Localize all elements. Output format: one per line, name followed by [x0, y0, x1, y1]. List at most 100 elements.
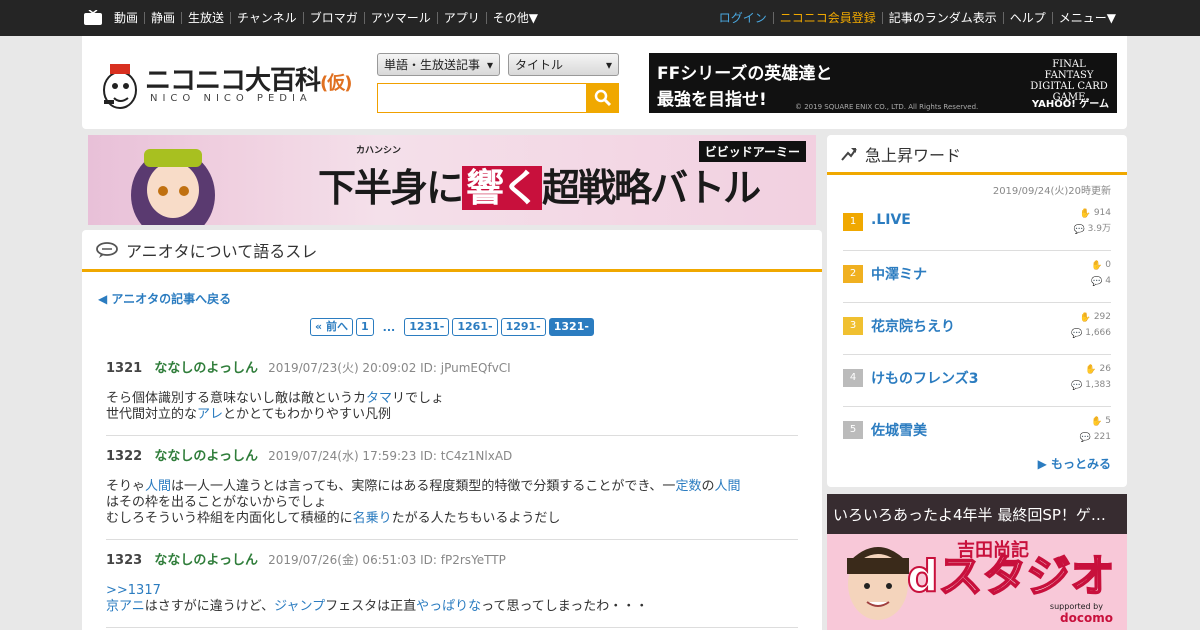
- nav-blomaga[interactable]: ブロマガ: [304, 12, 365, 24]
- nav-app[interactable]: アプリ: [438, 12, 487, 24]
- reply-anchor-link[interactable]: >>1317: [106, 583, 798, 599]
- hand-icon: ✋: [1091, 261, 1103, 271]
- search-input[interactable]: [377, 83, 587, 113]
- post-meta: 1323 ななしのよっしん 2019/07/26(金) 06:51:03 ID:…: [106, 552, 798, 569]
- sidebar-ad-banner[interactable]: 吉田尚記 dスタジオ supported by docomo いろいろあったよ4…: [827, 494, 1127, 630]
- post-number[interactable]: 1321: [106, 361, 142, 376]
- trending-word-link[interactable]: 花京院ちえり: [871, 316, 955, 336]
- keyword-link[interactable]: やっぱりな: [416, 599, 481, 614]
- thread-panel: アニオタについて語るスレ ◀ アニオタの記事へ戻る « 前へ 1 ... 123…: [82, 230, 822, 630]
- post: 1323 ななしのよっしん 2019/07/26(金) 06:51:03 ID:…: [106, 552, 798, 628]
- random-article-link[interactable]: 記事のランダム表示: [883, 12, 1004, 24]
- trending-item[interactable]: 4 けものフレンズ3 ✋ 26 💬 1,383: [843, 355, 1111, 407]
- comment-count: 1,666: [1085, 328, 1111, 338]
- trending-stats: ✋ 292 💬 1,666: [1070, 309, 1111, 341]
- banner-text-a: 下半身に: [318, 166, 464, 210]
- pager-page[interactable]: 1261-: [452, 318, 498, 336]
- post-date: 2019/07/23(火) 20:09:02 ID: jPumEQfvCI: [268, 361, 511, 375]
- rank-badge: 5: [843, 421, 863, 439]
- poster-name: ななしのよっしん: [154, 361, 258, 376]
- keyword-link[interactable]: 人間: [714, 479, 740, 494]
- search-target-select[interactable]: タイトル ▾: [508, 53, 619, 76]
- rank-badge: 1: [843, 213, 863, 231]
- like-count: 26: [1099, 364, 1111, 374]
- menu-dropdown[interactable]: メニュー▼: [1053, 12, 1116, 24]
- see-more-link[interactable]: ▶ もっとみる: [1038, 455, 1111, 472]
- post-body: そら個体識別する意味ないし敵は敵というカタマリでしょ 世代間対立的なアレとかとて…: [106, 391, 798, 423]
- person-illustration: [847, 547, 909, 620]
- comment-icon: 💬: [1079, 433, 1091, 443]
- keyword-link[interactable]: 名乗り: [353, 511, 392, 526]
- keyword-link[interactable]: ジャンプ: [274, 599, 325, 614]
- keyword-link[interactable]: アレ: [197, 407, 223, 422]
- trending-word-link[interactable]: 佐城雪美: [871, 420, 927, 440]
- post-date: 2019/07/24(水) 17:59:23 ID: tC4z1NlxAD: [268, 449, 513, 463]
- banner-ruby: カハンシン: [356, 146, 402, 156]
- register-link[interactable]: ニコニコ会員登録: [774, 12, 883, 24]
- mascot-icon: [103, 64, 137, 109]
- search-type-select[interactable]: 単語・生放送記事 ▾: [377, 53, 500, 76]
- ad-caption: いろいろあったよ4年半 最終回SP！ゲ…: [827, 494, 1127, 534]
- logo-badge: (仮): [320, 73, 352, 94]
- logo-subtitle: NICO NICO PEDIA: [150, 93, 312, 104]
- post-body: そりゃ人間は一人一人違うとは言っても、実際にはある程度類型的特徴で分類することが…: [106, 479, 798, 527]
- like-count: 0: [1105, 260, 1111, 270]
- trending-word-link[interactable]: 中澤ミナ: [871, 264, 927, 284]
- post-number[interactable]: 1323: [106, 553, 142, 568]
- top-ad-banner[interactable]: カハンシン 下半身に 響く 超戦略バトル ビビッドアーミー: [88, 135, 816, 225]
- pager-ellipsis: ...: [382, 320, 396, 334]
- pager-page[interactable]: 1291-: [500, 318, 546, 336]
- post-number[interactable]: 1322: [106, 449, 142, 464]
- niconico-tv-icon[interactable]: [84, 10, 102, 25]
- trending-up-icon: [841, 147, 857, 161]
- header-ad-banner[interactable]: FFシリーズの英雄達と 最強を目指せ! FINAL FANTASY DIGITA…: [649, 53, 1117, 113]
- trending-word-link[interactable]: .LIVE: [871, 212, 911, 228]
- keyword-link[interactable]: 定数: [675, 479, 701, 494]
- post-list: 1321 ななしのよっしん 2019/07/23(火) 20:09:02 ID:…: [106, 360, 798, 630]
- service-nav: 動画 静画 生放送 チャンネル ブロマガ アツマール アプリ その他▼: [108, 0, 544, 36]
- keyword-link[interactable]: 京アニ: [106, 599, 145, 614]
- help-link[interactable]: ヘルプ: [1004, 12, 1053, 24]
- keyword-link[interactable]: 人間: [145, 479, 171, 494]
- ad-headline-2: 最強を目指せ!: [657, 90, 767, 110]
- like-count: 914: [1093, 208, 1111, 218]
- hand-icon: ✋: [1079, 313, 1091, 323]
- keyword-link[interactable]: タマ: [366, 391, 392, 406]
- trending-stats: ✋ 914 💬 3.9万: [1073, 205, 1111, 237]
- like-count: 292: [1093, 312, 1111, 322]
- search-icon: [594, 89, 611, 107]
- login-link[interactable]: ログイン: [713, 12, 774, 24]
- nav-channel[interactable]: チャンネル: [231, 12, 304, 24]
- post-text: の: [701, 479, 715, 494]
- comment-icon: 💬: [1071, 329, 1083, 339]
- nav-seiga[interactable]: 静画: [145, 12, 183, 24]
- nav-atsumaru[interactable]: アツマール: [365, 12, 438, 24]
- comment-count: 1,383: [1085, 380, 1111, 390]
- nav-live[interactable]: 生放送: [182, 12, 232, 24]
- ad-title: dスタジオ: [906, 550, 1115, 603]
- pager-page[interactable]: 1231-: [404, 318, 450, 336]
- comment-icon: 💬: [1073, 225, 1085, 235]
- trending-item[interactable]: 3 花京院ちえり ✋ 292 💬 1,666: [843, 303, 1111, 355]
- pagination: « 前へ 1 ... 1231- 1261- 1291- 1321-: [82, 318, 822, 336]
- ad-headline-1: FFシリーズの英雄達と: [657, 64, 833, 84]
- trending-word-link[interactable]: けものフレンズ3: [871, 368, 978, 388]
- post-text: むしろそういう枠組を内面化して積極的に: [106, 511, 353, 526]
- nav-video[interactable]: 動画: [108, 12, 146, 24]
- nav-other-dropdown[interactable]: その他▼: [487, 12, 544, 24]
- post-text: リでしょ: [392, 391, 445, 406]
- pager-prev[interactable]: « 前へ: [310, 318, 353, 336]
- thread-title: アニオタについて語るスレ: [126, 241, 318, 261]
- post-date: 2019/07/26(金) 06:51:03 ID: fP2rsYeTTP: [268, 553, 506, 567]
- post-text: そりゃ: [106, 479, 146, 494]
- search-button[interactable]: [586, 83, 619, 113]
- trending-item[interactable]: 5 佐城雪美 ✋ 5 💬 221: [843, 407, 1111, 459]
- trending-item[interactable]: 1 .LIVE ✋ 914 💬 3.9万: [843, 199, 1111, 251]
- post-text: たがる人たちもいるようだし: [391, 511, 561, 526]
- back-to-article-link[interactable]: ◀ アニオタの記事へ戻る: [98, 290, 231, 307]
- pager-first[interactable]: 1: [355, 318, 374, 336]
- trending-stats: ✋ 26 💬 1,383: [1070, 361, 1111, 393]
- site-logo[interactable]: ニコニコ大百科(仮) NICO NICO PEDIA: [100, 56, 352, 112]
- search-options: 単語・生放送記事 ▾ タイトル ▾: [377, 53, 619, 76]
- trending-item[interactable]: 2 中澤ミナ ✋ 0 💬 4: [843, 251, 1111, 303]
